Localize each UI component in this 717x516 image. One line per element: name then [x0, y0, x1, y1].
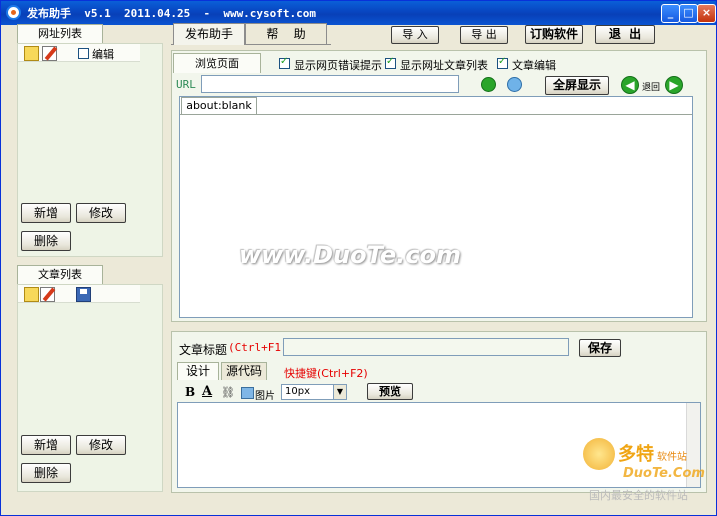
modify-url-button[interactable]: 修改 — [76, 203, 126, 223]
show-article-list-checkbox[interactable] — [385, 56, 396, 69]
image-label[interactable]: 图片 — [255, 387, 275, 402]
exit-button[interactable]: 退 出 — [595, 25, 655, 44]
url-input[interactable] — [201, 75, 459, 93]
watermark-center: www.DuoTe.com — [239, 241, 461, 269]
font-size-value: 10px — [285, 386, 310, 397]
minimize-button[interactable]: _ — [661, 4, 680, 23]
window-title: 发布助手 v5.1 2011.04.25 - www.cysoft.com — [27, 7, 317, 20]
close-button[interactable]: × — [697, 4, 716, 23]
chevron-down-icon[interactable]: ▼ — [333, 385, 346, 399]
tab-about-blank[interactable]: about:blank — [181, 97, 257, 115]
web-browser-frame[interactable] — [179, 96, 693, 318]
globe-icon[interactable] — [507, 77, 522, 92]
shortcut-hint: 快捷键(Ctrl+F2) — [284, 367, 368, 380]
preview-button[interactable]: 预览 — [367, 383, 413, 400]
import-button[interactable]: 导 入 — [391, 26, 439, 44]
add-article-icon[interactable] — [24, 287, 39, 302]
duote-logo-icon — [583, 438, 615, 470]
watermark-brand: 多特 — [618, 444, 654, 465]
back-label: 退回 — [642, 83, 661, 93]
save-article-icon[interactable] — [76, 287, 91, 302]
app-icon — [6, 5, 21, 20]
refresh-icon[interactable] — [481, 77, 496, 92]
watermark-brand-sub: 软件站 — [657, 452, 687, 463]
buy-software-button[interactable]: 订购软件 — [525, 25, 583, 44]
forward-arrow-icon[interactable]: ▶ — [665, 76, 683, 94]
tab-design[interactable]: 设计 — [177, 362, 219, 380]
article-title-shortcut: (Ctrl+F1) — [228, 341, 288, 354]
tab-publisher[interactable]: 发布助手 — [173, 23, 245, 45]
title-bar: 发布助手 v5.1 2011.04.25 - www.cysoft.com _ … — [1, 1, 716, 25]
watermark-url: DuoTe.Com — [623, 466, 705, 481]
export-button[interactable]: 导 出 — [460, 26, 508, 44]
fullscreen-button[interactable]: 全屏显示 — [545, 76, 609, 95]
url-label: URL — [176, 78, 196, 91]
save-button[interactable]: 保存 — [579, 339, 621, 357]
article-title-label: 文章标题 — [179, 343, 228, 357]
tab-browse-page[interactable]: 浏览页面 — [173, 53, 261, 73]
article-edit-label: 文章编辑 — [512, 59, 556, 72]
modify-article-button[interactable]: 修改 — [76, 435, 126, 455]
maximize-button[interactable]: □ — [679, 4, 698, 23]
edit-checkbox[interactable] — [78, 48, 89, 59]
main-window: 发布助手 v5.1 2011.04.25 - www.cysoft.com _ … — [0, 0, 717, 516]
article-title-input[interactable] — [283, 338, 569, 356]
tab-url-list[interactable]: 网址列表 — [17, 24, 103, 44]
edit-checkbox-label: 编辑 — [92, 48, 114, 61]
tab-article-list[interactable]: 文章列表 — [17, 265, 103, 285]
article-edit-checkbox[interactable] — [497, 56, 508, 69]
show-errors-label: 显示网页错误提示 — [294, 59, 382, 72]
delete-url-button[interactable]: 删除 — [21, 231, 71, 251]
browser-tab-divider — [180, 114, 692, 115]
image-icon[interactable] — [241, 387, 254, 399]
font-color-button[interactable]: A — [202, 384, 212, 399]
font-size-select[interactable]: 10px ▼ — [281, 384, 347, 400]
edit-url-icon[interactable] — [42, 46, 58, 61]
show-article-list-label: 显示网址文章列表 — [400, 59, 488, 72]
show-errors-checkbox[interactable] — [279, 56, 290, 69]
url-list-panel: 编辑 新增 修改 删除 — [17, 43, 163, 257]
delete-article-button[interactable]: 删除 — [21, 463, 71, 483]
add-url-icon[interactable] — [24, 46, 39, 61]
watermark-slogan: 国内最安全的软件站 — [589, 489, 688, 502]
add-article-button[interactable]: 新增 — [21, 435, 71, 455]
tab-help[interactable]: 帮 助 — [245, 23, 327, 44]
bold-button[interactable]: B — [185, 385, 195, 399]
link-icon[interactable]: ⛓ — [221, 386, 235, 399]
back-arrow-icon[interactable]: ◀ — [621, 76, 639, 94]
edit-article-icon[interactable] — [40, 287, 56, 302]
article-list-panel: 新增 修改 删除 — [17, 284, 163, 492]
tab-source-code[interactable]: 源代码 — [221, 362, 267, 380]
add-url-button[interactable]: 新增 — [21, 203, 71, 223]
